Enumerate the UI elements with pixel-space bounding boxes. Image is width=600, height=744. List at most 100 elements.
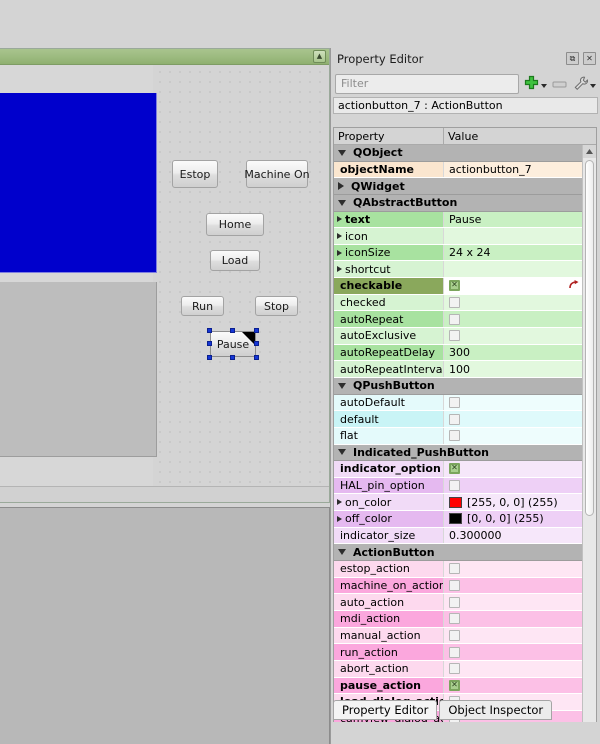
column-header-property[interactable]: Property [334, 128, 444, 144]
property-value-cell[interactable] [444, 578, 582, 594]
property-row[interactable]: indicator_size0.300000 [334, 528, 582, 545]
checkbox-unchecked[interactable] [449, 480, 460, 491]
property-value-cell[interactable]: 24 x 24 [444, 245, 582, 261]
property-row[interactable]: default [334, 411, 582, 428]
checkbox-unchecked[interactable] [449, 597, 460, 608]
property-value-cell[interactable] [444, 561, 582, 577]
property-value-cell[interactable]: actionbutton_7 [444, 162, 582, 178]
property-value-cell[interactable]: [0, 0, 0] (255) [444, 511, 582, 527]
close-icon[interactable]: ✕ [583, 52, 596, 65]
chevron-right-icon[interactable] [337, 266, 342, 272]
checkbox-unchecked[interactable] [449, 613, 460, 624]
property-value-cell[interactable] [444, 644, 582, 660]
color-swatch[interactable] [449, 513, 462, 524]
property-row[interactable]: objectNameactionbutton_7 [334, 162, 582, 179]
property-group-row[interactable]: Indicated_PushButton [334, 445, 582, 462]
property-group-row[interactable]: ActionButton [334, 544, 582, 561]
resize-handle-se[interactable] [254, 355, 259, 360]
chevron-right-icon[interactable] [337, 250, 342, 256]
property-value-cell[interactable] [444, 678, 582, 694]
blue-preview-widget[interactable] [0, 93, 157, 273]
property-row[interactable]: checked [334, 295, 582, 312]
canvas-button-load[interactable]: Load [210, 250, 260, 271]
canvas-button-run[interactable]: Run [181, 296, 224, 316]
property-value-cell[interactable] [444, 295, 582, 311]
checkbox-unchecked[interactable] [449, 630, 460, 641]
column-header-value[interactable]: Value [444, 128, 596, 144]
filter-input[interactable]: Filter [335, 74, 519, 94]
chevron-down-icon[interactable] [338, 200, 346, 206]
property-value-cell[interactable] [444, 311, 582, 327]
remove-property-control[interactable] [551, 79, 568, 89]
property-row[interactable]: icon [334, 228, 582, 245]
form-horizontal-scrollbar[interactable] [0, 486, 329, 502]
chevron-right-icon[interactable] [337, 516, 342, 522]
property-row[interactable]: estop_action [334, 561, 582, 578]
property-value-cell[interactable]: [255, 0, 0] (255) [444, 494, 582, 510]
property-row[interactable]: machine_on_action [334, 578, 582, 595]
tab-property-editor[interactable]: Property Editor [333, 700, 437, 720]
resize-handle-n[interactable] [230, 328, 235, 333]
checkbox-checked[interactable] [449, 680, 460, 691]
canvas-button-machine-on[interactable]: Machine On [246, 160, 308, 188]
property-value-cell[interactable]: 300 [444, 345, 582, 361]
undock-icon[interactable]: ⧉ [566, 52, 579, 65]
form-titlebar[interactable]: ▲ [0, 49, 329, 65]
chevron-down-icon[interactable] [338, 383, 346, 389]
wrench-icon[interactable] [572, 75, 589, 92]
reset-property-icon[interactable] [568, 279, 580, 291]
resize-handle-sw[interactable] [207, 355, 212, 360]
property-value-cell[interactable] [444, 461, 582, 477]
property-value-cell[interactable]: 0.300000 [444, 528, 582, 544]
property-row[interactable]: indicator_option [334, 461, 582, 478]
configure-control[interactable] [572, 75, 596, 92]
property-row[interactable]: on_color[255, 0, 0] (255) [334, 494, 582, 511]
chevron-down-icon[interactable] [338, 549, 346, 555]
chevron-down-icon[interactable] [541, 84, 547, 88]
property-row[interactable]: autoRepeatInterval100 [334, 361, 582, 378]
checkbox-unchecked[interactable] [449, 663, 460, 674]
canvas-button-home[interactable]: Home [206, 213, 264, 236]
property-row[interactable]: run_action [334, 644, 582, 661]
property-group-row[interactable]: QPushButton [334, 378, 582, 395]
minimize-icon[interactable]: ▲ [313, 50, 326, 63]
chevron-down-icon[interactable] [338, 449, 346, 455]
chevron-down-icon[interactable] [590, 84, 596, 88]
canvas-button-stop[interactable]: Stop [255, 296, 298, 316]
property-row[interactable]: flat [334, 428, 582, 445]
chevron-right-icon[interactable] [337, 216, 342, 222]
chevron-down-icon[interactable] [338, 150, 346, 156]
property-row[interactable]: autoRepeatDelay300 [334, 345, 582, 362]
chevron-right-icon[interactable] [338, 182, 344, 190]
property-value-cell[interactable] [444, 411, 582, 427]
property-row[interactable]: mdi_action [334, 611, 582, 628]
checkbox-unchecked[interactable] [449, 430, 460, 441]
resize-handle-w[interactable] [207, 341, 212, 346]
property-row[interactable]: off_color[0, 0, 0] (255) [334, 511, 582, 528]
tab-object-inspector[interactable]: Object Inspector [439, 700, 552, 720]
checkbox-unchecked[interactable] [449, 330, 460, 341]
resize-handle-s[interactable] [230, 355, 235, 360]
property-value-cell[interactable] [444, 328, 582, 344]
property-row[interactable]: auto_action [334, 594, 582, 611]
property-group-row[interactable]: QObject [334, 145, 582, 162]
property-value-cell[interactable] [444, 278, 582, 294]
scrollbar-thumb[interactable] [585, 160, 594, 516]
property-group-row[interactable]: QAbstractButton [334, 195, 582, 212]
property-row[interactable]: abort_action [334, 661, 582, 678]
checkbox-unchecked[interactable] [449, 647, 460, 658]
property-row[interactable]: iconSize24 x 24 [334, 245, 582, 262]
property-row[interactable]: autoExclusive [334, 328, 582, 345]
property-table-scrollbar[interactable] [582, 145, 596, 744]
resize-handle-ne[interactable] [254, 328, 259, 333]
chevron-right-icon[interactable] [337, 233, 342, 239]
property-value-cell[interactable] [444, 228, 582, 244]
property-value-cell[interactable] [444, 261, 582, 277]
checkbox-unchecked[interactable] [449, 297, 460, 308]
property-value-cell[interactable]: 100 [444, 361, 582, 377]
property-value-cell[interactable] [444, 611, 582, 627]
property-row[interactable]: autoDefault [334, 395, 582, 412]
property-value-cell[interactable] [444, 594, 582, 610]
form-canvas-grid[interactable] [153, 65, 329, 502]
property-row[interactable]: shortcut [334, 261, 582, 278]
